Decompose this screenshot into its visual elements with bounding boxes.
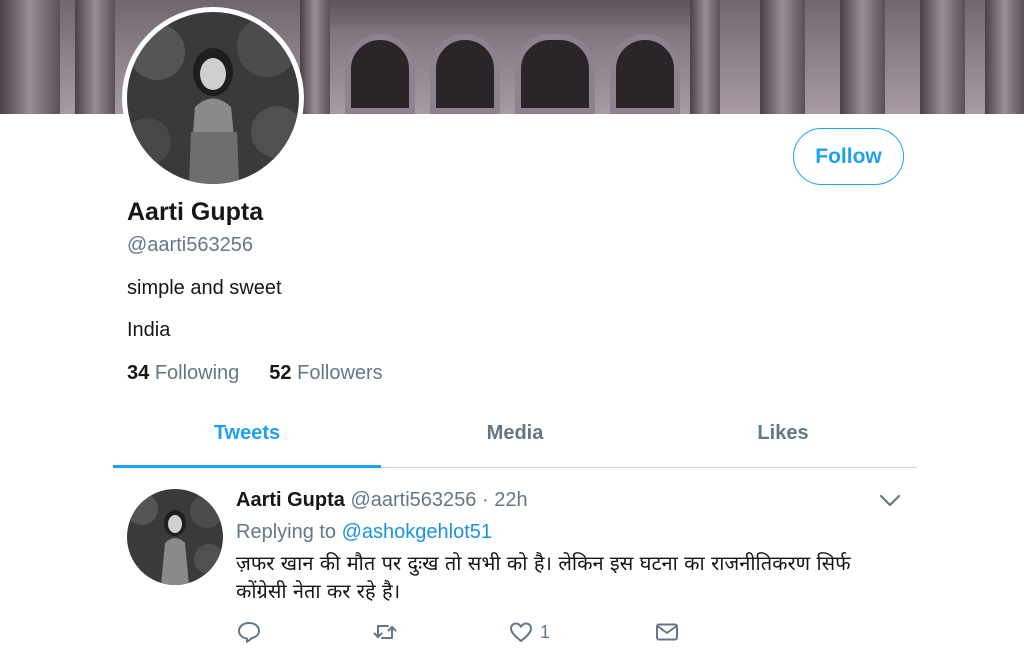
profile-stats: 34 Following 52 Followers [127,362,383,385]
tweet-separator: · [481,489,489,511]
tab-tweets[interactable]: Tweets [113,410,381,468]
follow-button[interactable]: Follow [793,128,904,185]
profile-avatar[interactable] [122,7,304,189]
followers-link[interactable]: 52 Followers [269,362,382,385]
tweet-header: Aarti Gupta @aarti563256 · 22h [236,489,528,512]
envelope-icon [656,623,678,641]
profile-location: India [127,319,171,341]
tweet-actions: 1 [236,619,680,645]
profile-tabs: Tweets Media Likes [113,410,917,468]
reply-button[interactable] [236,619,372,645]
replying-to-line: Replying to @ashokgehlot51 [236,521,492,544]
direct-message-button[interactable] [654,619,680,645]
chevron-down-icon[interactable] [875,489,905,513]
tweet-text: ज़फर खान की मौत पर दुःख तो सभी को है। ले… [236,551,851,603]
profile-name: Aarti Gupta [127,198,264,226]
tweet-author-name[interactable]: Aarti Gupta [236,489,345,511]
following-count: 34 [127,362,150,384]
following-label: Following [154,362,240,384]
tab-likes[interactable]: Likes [649,410,917,467]
tweet-author-handle[interactable]: @aarti563256 [350,489,476,511]
like-count: 1 [540,621,551,642]
retweet-button[interactable] [372,619,508,645]
retweet-icon [373,625,397,639]
profile-handle: @aarti563256 [127,234,253,256]
tweet-avatar[interactable] [127,489,223,585]
following-link[interactable]: 34 Following [127,362,239,385]
reply-mention-link[interactable]: @ashokgehlot51 [342,521,492,543]
followers-label: Followers [297,362,383,384]
tab-media[interactable]: Media [381,410,649,467]
replying-prefix: Replying to [236,521,337,543]
reply-icon [238,622,260,643]
profile-bio: simple and sweet [127,277,282,299]
tweet-item[interactable]: Aarti Gupta @aarti563256 · 22h Replying … [113,469,917,659]
like-button[interactable]: 1 [508,619,654,645]
tweet-time[interactable]: 22h [494,489,527,511]
heart-icon [510,622,532,642]
followers-count: 52 [269,362,292,384]
